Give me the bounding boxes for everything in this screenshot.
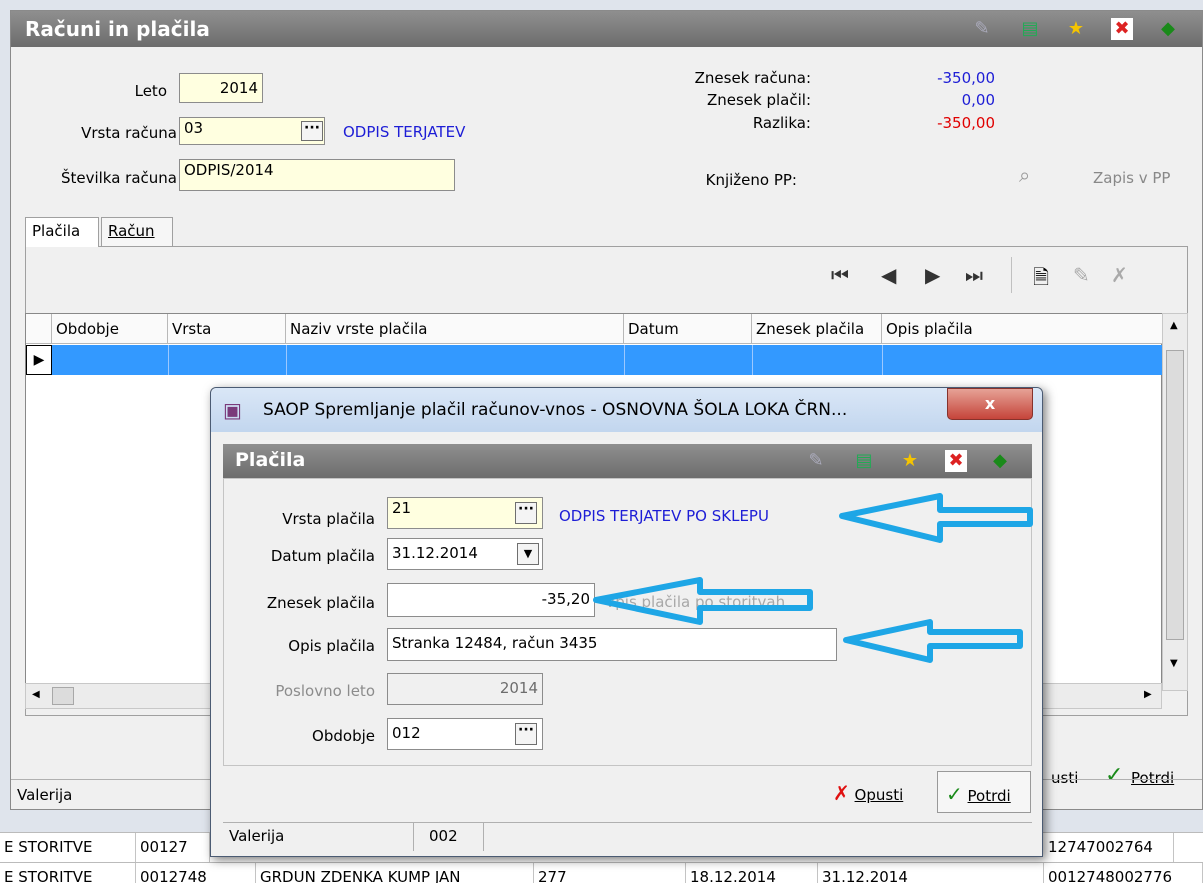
tab-placila-label: Plačila [32, 222, 81, 240]
annotation-arrow-opis [843, 619, 1023, 663]
annotation-arrow-vrsta [839, 493, 1033, 543]
tab-placila[interactable]: Plačila [25, 217, 99, 247]
annotation-arrow-znesek [593, 577, 813, 625]
annotation-arrows [593, 493, 1033, 663]
